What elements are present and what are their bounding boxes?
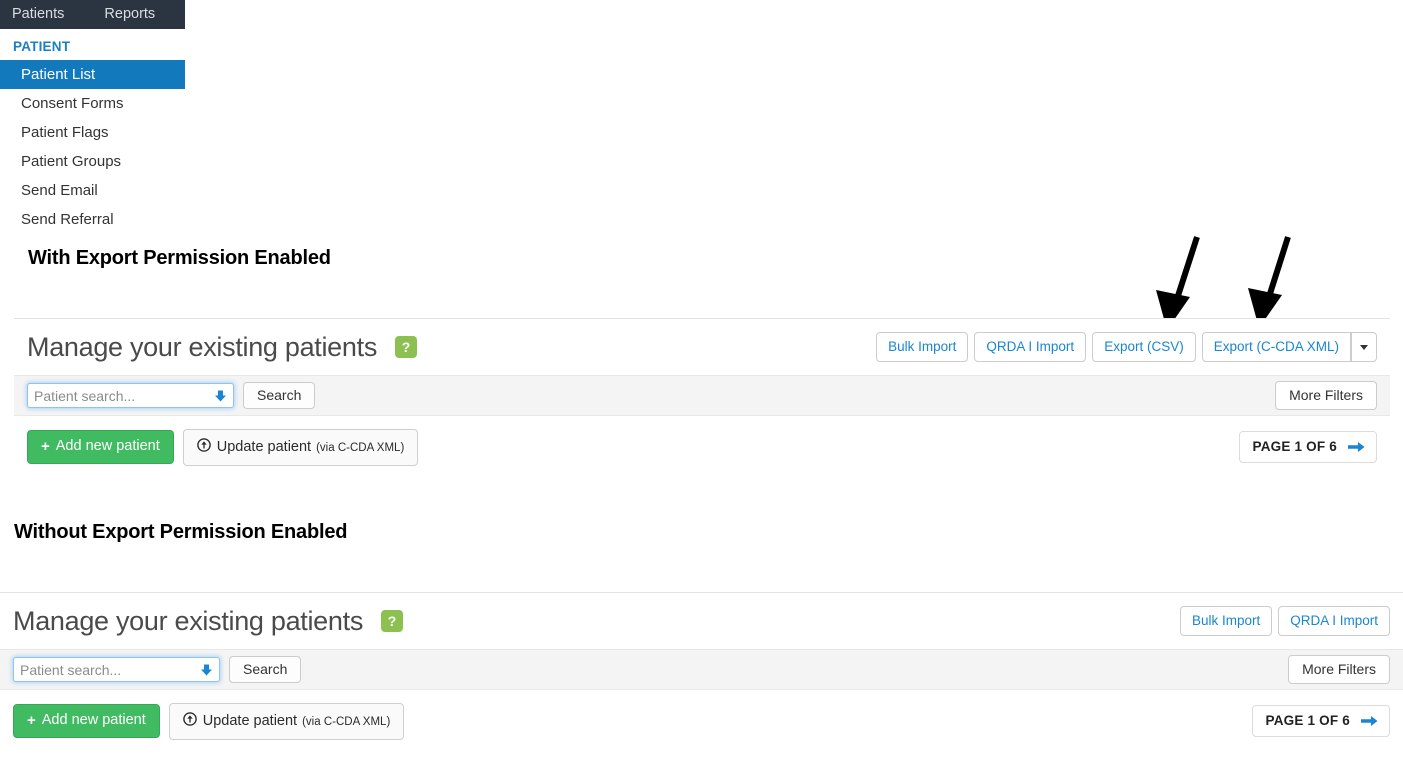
top-navigation-bar: Patients Reports — [0, 0, 185, 29]
section-title-with-export-permission: With Export Permission Enabled — [28, 247, 331, 269]
more-filters-button[interactable]: More Filters — [1288, 655, 1390, 684]
sidebar-item-patient-flags[interactable]: Patient Flags — [0, 118, 185, 147]
patient-search-input[interactable] — [27, 383, 234, 408]
pagination-label: PAGE 1 OF 6 — [1252, 439, 1337, 454]
search-toolbar: Search More Filters — [14, 375, 1390, 416]
topnav-item-patients[interactable]: Patients — [2, 0, 74, 29]
export-csv-button[interactable]: Export (CSV) — [1092, 332, 1196, 362]
panel-header: Manage your existing patients ? Bulk Imp… — [0, 593, 1403, 649]
add-new-patient-button[interactable]: + Add new patient — [27, 430, 174, 464]
export-dropdown-toggle-button[interactable] — [1351, 332, 1377, 362]
sidebar-item-patient-groups[interactable]: Patient Groups — [0, 147, 185, 176]
search-toolbar: Search More Filters — [0, 649, 1403, 690]
add-new-patient-label: Add new patient — [55, 438, 160, 454]
patient-list-panel-with-export: Manage your existing patients ? Bulk Imp… — [14, 318, 1390, 480]
more-filters-button[interactable]: More Filters — [1275, 381, 1377, 410]
sidebar-item-patient-list[interactable]: Patient List — [0, 60, 185, 89]
dropdown-arrow-icon[interactable] — [200, 663, 213, 676]
panel-header-actions: Bulk Import QRDA I Import Export (CSV) E… — [870, 332, 1377, 362]
update-patient-label: Update patient — [202, 712, 298, 729]
upload-circle-icon — [182, 711, 197, 726]
update-patient-label: Update patient — [216, 438, 312, 455]
sidebar-item-send-referral[interactable]: Send Referral — [0, 205, 185, 234]
section-title-without-export-permission: Without Export Permission Enabled — [14, 521, 348, 543]
sidebar-item-send-email[interactable]: Send Email — [0, 176, 185, 205]
sidebar-heading-patient: PATIENT — [13, 39, 71, 54]
plus-icon: + — [27, 712, 36, 729]
qrda-i-import-button[interactable]: QRDA I Import — [1278, 606, 1390, 636]
arrow-to-export-csv-icon — [1156, 236, 1200, 330]
help-icon[interactable]: ? — [395, 336, 418, 358]
update-patient-button[interactable]: Update patient (via C-CDA XML) — [168, 702, 405, 740]
page-title: Manage your existing patients — [13, 605, 364, 636]
panel-action-row: + Add new patient Update patient (via C-… — [14, 416, 1390, 478]
arrow-right-icon — [1361, 714, 1378, 728]
help-icon[interactable]: ? — [381, 610, 404, 632]
search-button[interactable]: Search — [229, 656, 302, 683]
patient-list-panel-without-export: Manage your existing patients ? Bulk Imp… — [0, 592, 1403, 765]
search-input-wrapper — [13, 657, 220, 682]
upload-circle-icon — [196, 437, 211, 452]
patient-search-input[interactable] — [13, 657, 220, 682]
bulk-import-button[interactable]: Bulk Import — [876, 332, 969, 362]
pagination-label: PAGE 1 OF 6 — [1265, 713, 1350, 728]
panel-header-actions: Bulk Import QRDA I Import — [1174, 606, 1390, 636]
sidebar: PATIENT Patient List Consent Forms Patie… — [0, 29, 185, 234]
update-patient-sublabel: (via C-CDA XML) — [316, 441, 405, 454]
add-new-patient-button[interactable]: + Add new patient — [13, 704, 160, 738]
add-new-patient-label: Add new patient — [41, 712, 146, 728]
panel-header: Manage your existing patients ? Bulk Imp… — [14, 319, 1390, 375]
panel-action-row: + Add new patient Update patient (via C-… — [0, 690, 1403, 752]
plus-icon: + — [41, 438, 50, 455]
page-title: Manage your existing patients — [27, 331, 378, 362]
dropdown-arrow-icon[interactable] — [214, 389, 227, 402]
topnav-item-reports[interactable]: Reports — [94, 0, 165, 29]
search-input-wrapper — [27, 383, 234, 408]
bulk-import-button[interactable]: Bulk Import — [1179, 606, 1273, 636]
arrow-to-export-ccda-icon — [1248, 236, 1291, 328]
update-patient-sublabel: (via C-CDA XML) — [302, 715, 391, 728]
pagination-next-button[interactable]: PAGE 1 OF 6 — [1251, 705, 1390, 737]
qrda-i-import-button[interactable]: QRDA I Import — [974, 332, 1087, 362]
update-patient-button[interactable]: Update patient (via C-CDA XML) — [182, 428, 419, 466]
pagination-next-button[interactable]: PAGE 1 OF 6 — [1238, 431, 1377, 463]
arrow-right-icon — [1348, 440, 1365, 454]
sidebar-item-consent-forms[interactable]: Consent Forms — [0, 89, 185, 118]
app-page: Patients Reports PATIENT Patient List Co… — [0, 0, 1403, 765]
search-button[interactable]: Search — [243, 382, 316, 409]
export-ccda-xml-button[interactable]: Export (C-CDA XML) — [1201, 332, 1351, 362]
chevron-down-icon — [1360, 344, 1368, 350]
